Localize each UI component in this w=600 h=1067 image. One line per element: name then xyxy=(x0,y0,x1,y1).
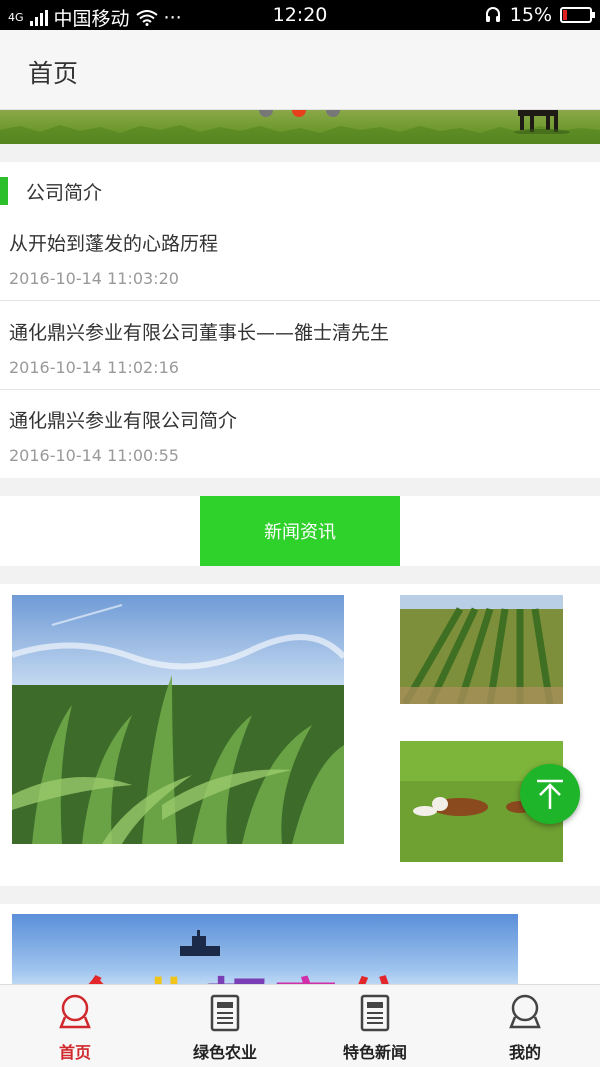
newspaper-icon xyxy=(210,994,240,1032)
item-date: 2016-10-14 11:03:20 xyxy=(9,269,179,288)
battery-percent: 15% xyxy=(509,4,552,26)
battery-icon xyxy=(560,7,595,23)
tab-label: 绿色农业 xyxy=(192,1043,257,1062)
item-date: 2016-10-14 11:00:55 xyxy=(9,446,179,465)
section-accent-bar xyxy=(0,177,8,205)
banner-carousel[interactable] xyxy=(0,110,600,144)
home-person-icon xyxy=(59,994,91,1029)
person-icon xyxy=(509,994,541,1029)
tab-label: 首页 xyxy=(58,1043,91,1062)
page-title: 首页 xyxy=(28,59,79,88)
cow-legs-image xyxy=(514,110,570,134)
tab-green-agriculture[interactable]: 绿色农业 xyxy=(150,985,300,1067)
back-to-top-button[interactable] xyxy=(520,764,580,824)
image-gallery xyxy=(0,584,600,886)
item-title: 通化鼎兴参业有限公司简介 xyxy=(9,410,238,432)
arrow-up-icon xyxy=(537,779,563,809)
item-title: 从开始到蓬发的心路历程 xyxy=(9,233,219,255)
app-header: 首页 xyxy=(0,30,600,110)
list-item[interactable]: 从开始到蓬发的心路历程 2016-10-14 11:03:20 xyxy=(0,213,600,301)
news-button[interactable]: 新闻资讯 xyxy=(200,496,400,566)
tab-featured-news[interactable]: 特色新闻 xyxy=(300,985,450,1067)
headset-icon xyxy=(485,7,500,22)
ad-banner-section: 企业超高位 xyxy=(0,904,600,994)
list-item[interactable]: 通化鼎兴参业有限公司简介 2016-10-14 11:00:55 xyxy=(0,390,600,478)
cornfield-image[interactable] xyxy=(12,595,344,844)
section-header: 公司简介 xyxy=(0,177,102,205)
ad-banner-image[interactable]: 企业超高位 xyxy=(12,914,518,994)
tab-profile[interactable]: 我的 xyxy=(450,985,600,1067)
news-button-row: 新闻资讯 xyxy=(0,496,600,566)
newspaper-icon xyxy=(360,994,390,1032)
vineyard-image[interactable] xyxy=(400,595,563,704)
section-title[interactable]: 公司简介 xyxy=(26,178,102,205)
item-date: 2016-10-14 11:02:16 xyxy=(9,358,179,377)
bottom-tab-bar: 首页 绿色农业 特色新闻 我的 xyxy=(0,984,600,1067)
tab-home[interactable]: 首页 xyxy=(0,985,150,1067)
status-bar: 4G 中国移动 ··· 12:20 15% xyxy=(0,0,600,30)
tab-label: 我的 xyxy=(508,1043,541,1062)
clock: 12:20 xyxy=(272,4,328,26)
company-section: 公司简介 从开始到蓬发的心路历程 2016-10-14 11:03:20 通化鼎… xyxy=(0,162,600,478)
list-item[interactable]: 通化鼎兴参业有限公司董事长——雒士清先生 2016-10-14 11:02:16 xyxy=(0,302,600,390)
item-title: 通化鼎兴参业有限公司董事长——雒士清先生 xyxy=(9,322,390,344)
tab-label: 特色新闻 xyxy=(342,1043,407,1062)
